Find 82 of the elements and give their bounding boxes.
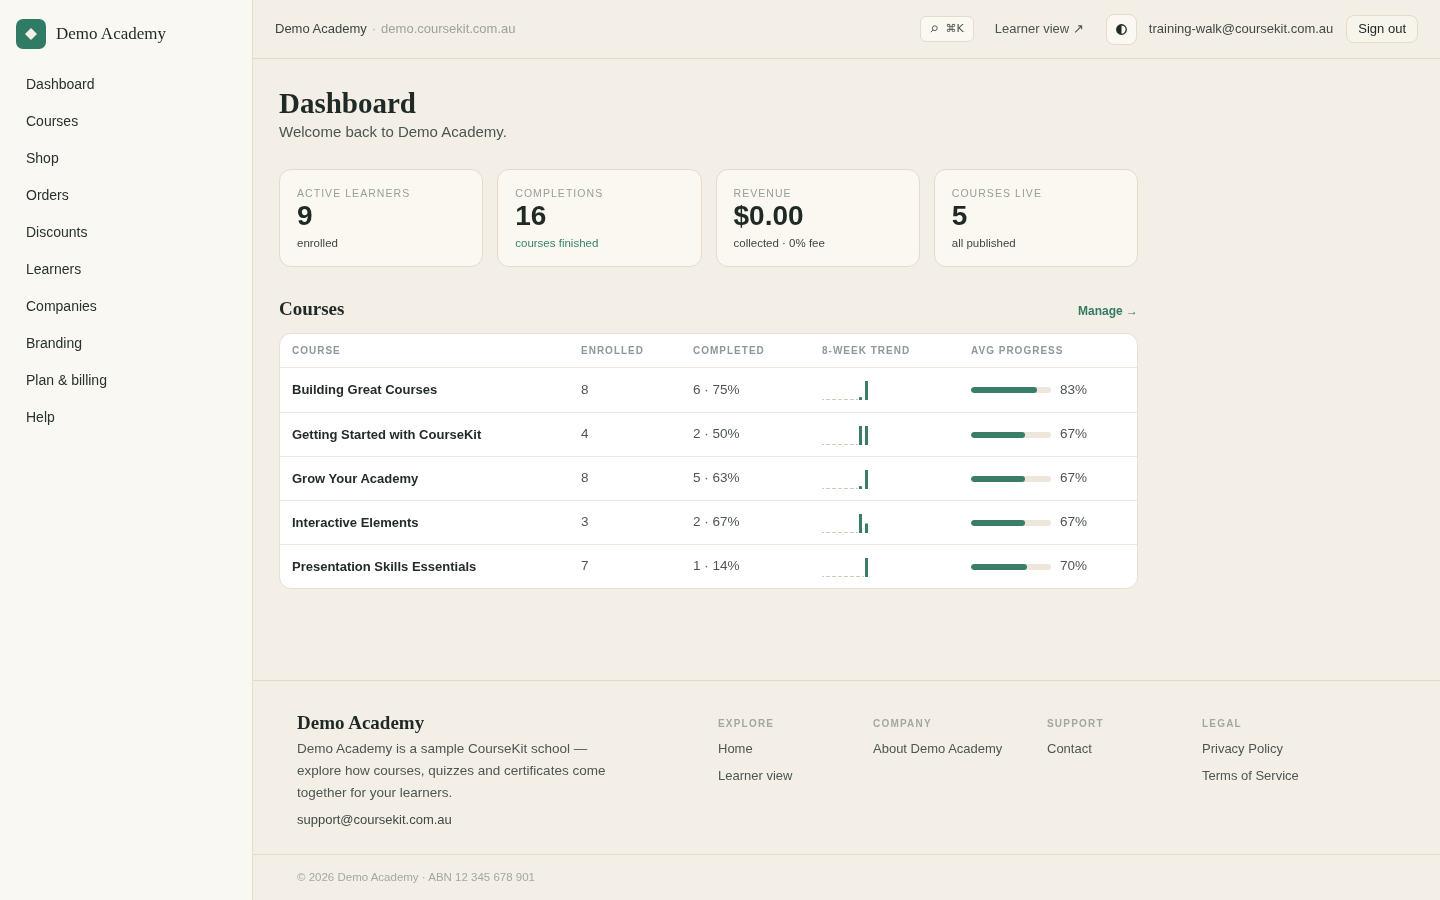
- manage-link[interactable]: Manage →: [1078, 302, 1138, 320]
- column-header: 8-WEEK TREND: [822, 344, 911, 358]
- footer-heading: LEGAL: [1202, 717, 1242, 731]
- enrolled-count: 7: [581, 557, 589, 576]
- column-header: COMPLETED: [693, 344, 765, 358]
- stat-value: 5: [951, 200, 968, 232]
- course-name: Getting Started with CourseKit: [292, 425, 482, 444]
- nav-item[interactable]: Help: [14, 399, 238, 436]
- progress-percent: 70%: [1060, 557, 1088, 576]
- course-name: Building Great Courses: [292, 381, 438, 400]
- nav-item[interactable]: Shop: [14, 140, 238, 177]
- completed-count: 6 · 75%: [693, 380, 740, 399]
- footer-heading: SUPPORT: [1047, 717, 1104, 731]
- trend-sparkline: [822, 556, 869, 577]
- nav-item[interactable]: Plan & billing: [14, 362, 238, 399]
- nav-item[interactable]: Branding: [14, 325, 238, 362]
- page-subtitle: Welcome back to Demo Academy.: [279, 122, 507, 142]
- trend-sparkline: [822, 512, 869, 533]
- course-name: Grow Your Academy: [292, 469, 419, 488]
- trend-sparkline: [822, 424, 869, 445]
- contrast-icon: [1115, 23, 1127, 35]
- nav-item[interactable]: Courses: [14, 103, 238, 140]
- footer-link[interactable]: About Demo Academy: [873, 740, 1003, 758]
- trend-sparkline: [822, 468, 869, 489]
- progress-percent: 83%: [1060, 380, 1088, 399]
- nav-item[interactable]: Orders: [14, 177, 238, 214]
- progress-percent: 67%: [1060, 513, 1088, 532]
- completed-count: 1 · 14%: [693, 557, 740, 576]
- footer-heading: EXPLORE: [718, 717, 775, 731]
- footer-link[interactable]: Learner view: [718, 767, 793, 785]
- footer-link[interactable]: Terms of Service: [1202, 767, 1299, 785]
- column-header: COURSE: [292, 344, 341, 358]
- enrolled-count: 8: [581, 380, 589, 399]
- enrolled-count: 8: [581, 469, 589, 488]
- stat-value: 9: [297, 200, 313, 232]
- stat-note: all published: [951, 236, 1016, 251]
- stat-note: collected · 0% fee: [733, 236, 825, 251]
- section-title: Courses: [279, 297, 345, 321]
- column-header: AVG PROGRESS: [971, 344, 1064, 358]
- enrolled-count: 3: [581, 513, 589, 532]
- nav-item[interactable]: Discounts: [14, 214, 238, 251]
- footer-description: Demo Academy is a sample CourseKit school — explore how courses, quizzes and certificates come together for your learners.: [297, 740, 607, 802]
- stat-label: COURSES LIVE: [951, 186, 1042, 200]
- stat-note: enrolled: [297, 236, 338, 251]
- footer-link[interactable]: Home: [718, 740, 753, 758]
- enrolled-count: 4: [581, 425, 589, 444]
- support-email-link[interactable]: support@coursekit.com.au: [297, 810, 452, 830]
- stat-value: 16: [515, 200, 547, 232]
- school-name: Demo Academy: [275, 20, 367, 39]
- school-domain: demo.coursekit.com.au: [381, 20, 516, 39]
- trend-sparkline: [822, 380, 869, 400]
- course-name: Interactive Elements: [292, 513, 419, 532]
- completed-count: 5 · 63%: [693, 469, 740, 488]
- footer-heading: COMPANY: [873, 717, 932, 731]
- nav-item[interactable]: Dashboard: [14, 66, 238, 103]
- stat-label: COMPLETIONS: [515, 186, 604, 200]
- learner-view-link[interactable]: Learner view ↗: [994, 19, 1084, 39]
- search-button[interactable]: ⌘K: [919, 16, 974, 42]
- stat-label: REVENUE: [733, 186, 792, 200]
- search-icon: [929, 25, 938, 33]
- course-name: Presentation Skills Essentials: [292, 557, 477, 576]
- sign-out-button[interactable]: Sign out: [1346, 15, 1418, 43]
- logo-icon: [16, 19, 46, 49]
- stat-note: courses finished: [515, 236, 599, 251]
- theme-toggle-button[interactable]: [1105, 13, 1137, 45]
- progress-percent: 67%: [1060, 425, 1088, 444]
- footer-brand: Demo Academy: [297, 711, 425, 735]
- completed-count: 2 · 50%: [693, 425, 740, 444]
- nav-item[interactable]: Companies: [14, 288, 238, 325]
- footer-link[interactable]: Contact: [1047, 740, 1092, 758]
- user-email: training-walk@coursekit.com.au: [1148, 20, 1334, 39]
- copyright-text: © 2026 Demo Academy · ABN 12 345 678 901: [297, 869, 535, 885]
- progress-percent: 67%: [1060, 469, 1088, 488]
- stat-value: $0.00: [733, 200, 804, 232]
- footer-link[interactable]: Privacy Policy: [1202, 740, 1283, 758]
- stat-label: ACTIVE LEARNERS: [297, 186, 411, 200]
- page-title: Dashboard: [279, 86, 416, 121]
- column-header: ENROLLED: [581, 344, 644, 358]
- separator-dot: ·: [371, 20, 377, 39]
- brand-name: Demo Academy: [56, 23, 166, 46]
- completed-count: 2 · 67%: [693, 513, 740, 532]
- nav-item[interactable]: Learners: [14, 251, 238, 288]
